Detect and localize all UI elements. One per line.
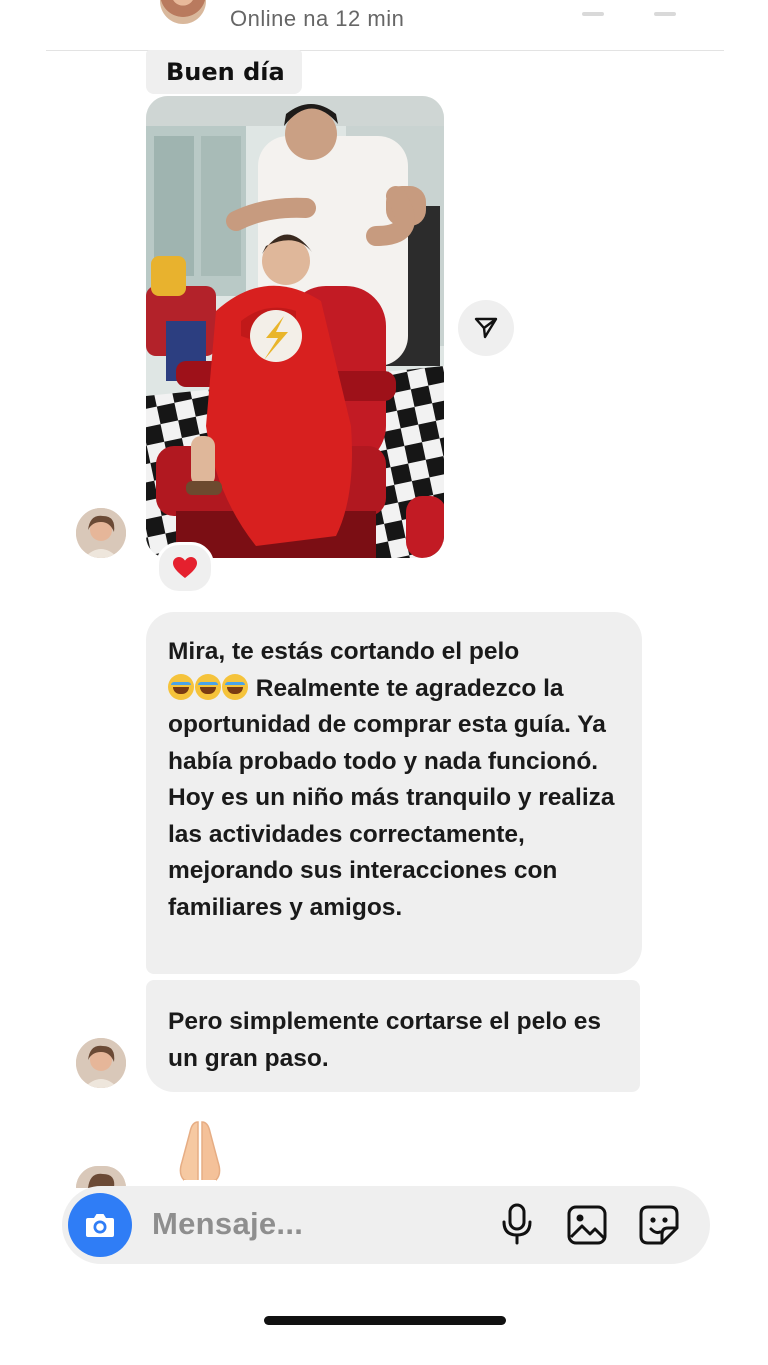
sender-avatar[interactable] <box>76 508 126 558</box>
share-icon <box>474 317 498 339</box>
message-input[interactable]: Mensaje... <box>152 1206 303 1242</box>
message-text: Mira, te estás cortando el pelo Realment… <box>168 634 624 926</box>
praying-hands-emoji[interactable] <box>170 1118 230 1190</box>
message-bubble[interactable]: Pero simplemente cortarse el pelo es un … <box>146 980 640 1092</box>
shared-photo[interactable] <box>146 96 444 558</box>
laughing-emoji-icon <box>168 673 194 700</box>
header-video-icon[interactable] <box>654 12 676 16</box>
message-line: Realmente te agradezco la <box>249 674 564 702</box>
header-call-icon[interactable] <box>582 12 604 16</box>
camera-button[interactable] <box>68 1193 132 1257</box>
heart-icon <box>173 557 197 578</box>
message-line: Mira, te estás cortando el pelo <box>168 638 520 665</box>
home-indicator[interactable] <box>264 1316 506 1325</box>
message-bubble[interactable]: Mira, te estás cortando el pelo Realment… <box>146 612 642 974</box>
laughing-emoji-icon <box>195 673 221 700</box>
sticker-icon[interactable] <box>638 1204 680 1246</box>
header-status: Online na 12 min <box>230 6 405 31</box>
gallery-icon[interactable] <box>566 1204 608 1246</box>
camera-icon <box>86 1214 114 1237</box>
message-composer: Mensaje... <box>62 1186 710 1264</box>
sender-avatar[interactable] <box>76 1038 126 1088</box>
laughing-emoji-icon <box>222 673 248 700</box>
message-rest: oportunidad de comprar esta guía. Ya hab… <box>168 711 615 921</box>
sender-avatar[interactable] <box>76 1166 126 1188</box>
photo-caption: Buen día <box>166 58 285 86</box>
message-text: Pero simplemente cortarse el pelo es un … <box>168 1008 602 1072</box>
header-avatar[interactable] <box>160 0 206 24</box>
heart-reaction[interactable] <box>156 542 214 594</box>
share-button[interactable] <box>458 300 514 356</box>
photo-caption-bubble: Buen día <box>146 50 302 94</box>
microphone-icon[interactable] <box>500 1202 534 1246</box>
